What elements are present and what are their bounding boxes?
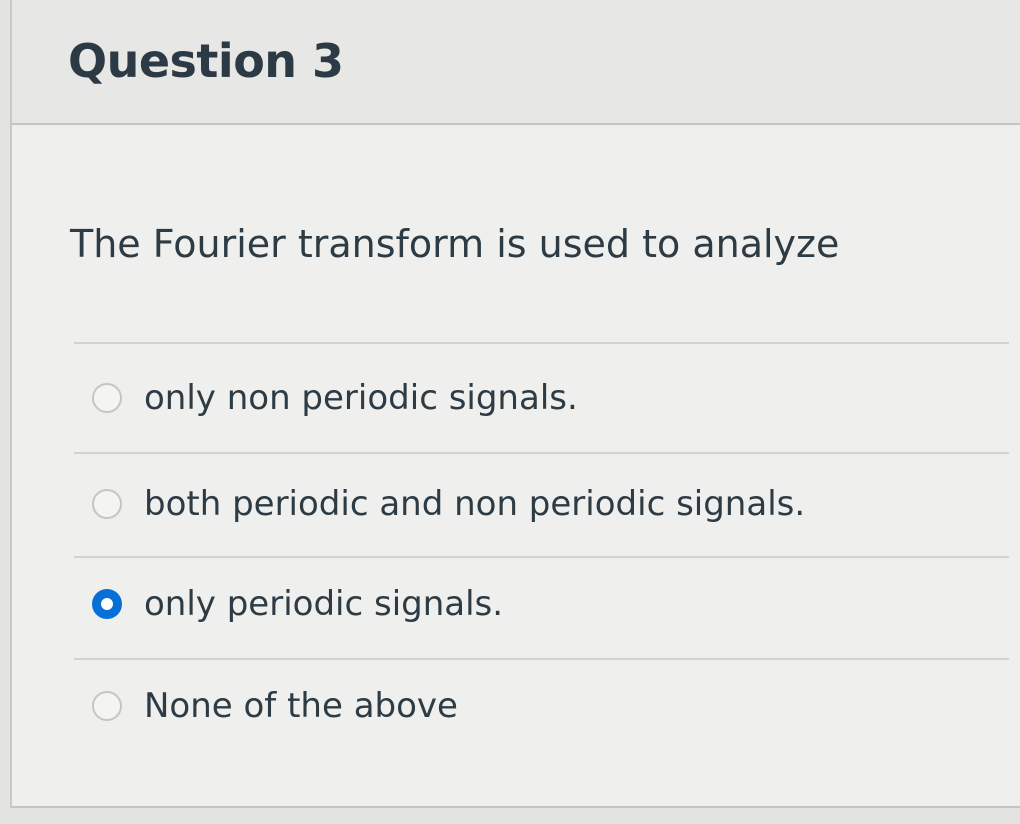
question-prompt: The Fourier transform is used to analyze: [70, 222, 840, 266]
answer-divider: [74, 452, 1009, 454]
answer-label-4: None of the above: [144, 686, 458, 726]
answer-divider: [74, 658, 1009, 660]
radio-button-1[interactable]: [92, 383, 122, 413]
answer-option-4[interactable]: None of the above: [92, 676, 992, 736]
answer-label-1: only non periodic signals.: [144, 378, 578, 418]
answer-divider: [74, 342, 1009, 344]
question-title: Question 3: [68, 34, 344, 88]
question-card: Question 3 The Fourier transform is used…: [10, 0, 1020, 808]
radio-button-4[interactable]: [92, 691, 122, 721]
radio-button-2[interactable]: [92, 489, 122, 519]
answer-label-3: only periodic signals.: [144, 584, 504, 624]
answer-option-1[interactable]: only non periodic signals.: [92, 368, 992, 428]
answer-divider: [74, 556, 1009, 558]
answer-option-3[interactable]: only periodic signals.: [92, 574, 992, 634]
answer-label-2: both periodic and non periodic signals.: [144, 484, 806, 524]
question-header: Question 3: [12, 0, 1020, 125]
radio-button-3-selected[interactable]: [92, 589, 122, 619]
answer-option-2[interactable]: both periodic and non periodic signals.: [92, 474, 992, 534]
